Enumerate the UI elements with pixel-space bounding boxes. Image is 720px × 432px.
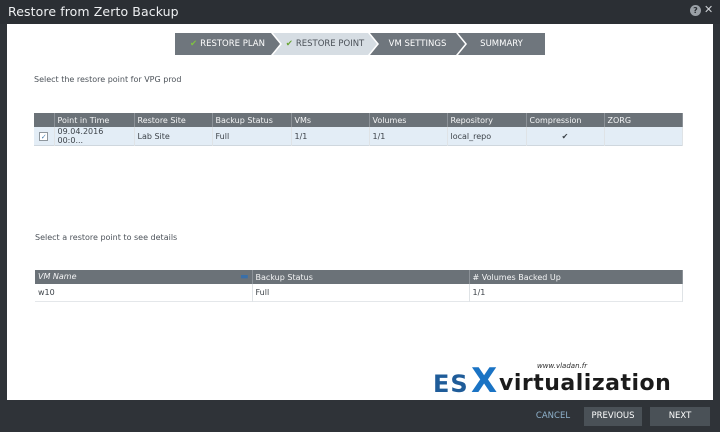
column-header-backup-status[interactable]: Backup Status xyxy=(212,113,292,127)
column-header-repository[interactable]: Repository xyxy=(447,113,527,127)
details-instruction: Select a restore point to see details xyxy=(35,233,178,242)
esx-virtualization-watermark: www.vladan.fr ES X virtualization xyxy=(433,362,683,398)
table-header-row: Point in Time Restore Site Backup Status… xyxy=(34,113,683,127)
restore-points-table: Point in Time Restore Site Backup Status… xyxy=(34,113,683,146)
wizard-step-vm-settings[interactable]: VM SETTINGS xyxy=(370,33,465,55)
next-button[interactable]: NEXT xyxy=(650,407,710,426)
check-icon: ✔ xyxy=(190,39,198,49)
wizard-step-label: RESTORE POINT xyxy=(295,39,365,49)
cell-backup-status: Full xyxy=(212,127,292,146)
help-icon[interactable]: ? xyxy=(690,5,701,16)
row-checkbox[interactable]: ✓ xyxy=(39,131,49,141)
wizard-step-restore-point[interactable]: ✔ RESTORE POINT xyxy=(273,33,377,55)
dialog-footer: CANCEL PREVIOUS NEXT xyxy=(0,400,720,432)
column-header-label: VM Name xyxy=(38,272,77,281)
cancel-button[interactable]: CANCEL xyxy=(530,407,576,426)
compression-check-icon: ✔ xyxy=(526,127,605,146)
close-icon[interactable]: ✕ xyxy=(704,3,713,16)
cell-backup-status: Full xyxy=(252,284,470,301)
restore-dialog: Restore from Zerto Backup ? ✕ ✔ RESTORE P… xyxy=(0,0,720,432)
cell-volumes: 1/1 xyxy=(369,127,448,146)
table-header-row: VM Name ▬ Backup Status # Volumes Backed … xyxy=(35,270,683,284)
cell-repository: local_repo xyxy=(447,127,527,146)
wizard-step-summary[interactable]: SUMMARY xyxy=(458,33,545,55)
vm-details-table: VM Name ▬ Backup Status # Volumes Backed … xyxy=(35,270,683,302)
column-header-zorg[interactable]: ZORG xyxy=(604,113,683,127)
column-header-restore-site[interactable]: Restore Site xyxy=(134,113,213,127)
watermark-es: ES xyxy=(433,370,469,398)
watermark-site: www.vladan.fr xyxy=(537,362,588,370)
previous-button[interactable]: PREVIOUS xyxy=(584,407,642,426)
column-header-vms[interactable]: VMs xyxy=(291,113,370,127)
wizard-step-label: RESTORE PLAN xyxy=(200,39,265,49)
restore-point-instruction: Select the restore point for VPG prod xyxy=(34,75,182,84)
dialog-content: ✔ RESTORE PLAN ✔ RESTORE POINT VM SETTINGS… xyxy=(7,24,713,400)
title-bar: Restore from Zerto Backup ? ✕ xyxy=(0,0,720,24)
check-icon: ✔ xyxy=(285,39,293,49)
watermark-x-logo: X xyxy=(471,361,498,401)
wizard-steps: ✔ RESTORE PLAN ✔ RESTORE POINT VM SETTINGS… xyxy=(175,33,545,55)
table-row[interactable]: ✓ 09.04.2016 00:0... Lab Site Full 1/1 1… xyxy=(34,127,683,146)
wizard-step-label: VM SETTINGS xyxy=(388,39,447,49)
sort-icon[interactable]: ▬ xyxy=(240,272,249,282)
column-header-vm-name[interactable]: VM Name ▬ xyxy=(35,270,253,284)
cell-volumes-backed-up: 1/1 xyxy=(469,284,683,301)
column-header-compression[interactable]: Compression xyxy=(526,113,605,127)
wizard-step-restore-plan[interactable]: ✔ RESTORE PLAN xyxy=(175,33,280,55)
dialog-title: Restore from Zerto Backup xyxy=(8,4,179,19)
column-header-backup-status[interactable]: Backup Status xyxy=(252,270,470,284)
column-header-volumes[interactable]: Volumes xyxy=(369,113,448,127)
column-header-point-in-time[interactable]: Point in Time xyxy=(54,113,135,127)
cell-point-in-time: 09.04.2016 00:0... xyxy=(54,127,135,146)
column-header-volumes-backed-up[interactable]: # Volumes Backed Up xyxy=(469,270,683,284)
table-row[interactable]: w10 Full 1/1 xyxy=(35,284,683,301)
row-select-cell[interactable]: ✓ xyxy=(34,127,55,146)
watermark-virtualization: virtualization xyxy=(499,371,672,396)
column-header-select xyxy=(34,113,55,127)
cell-vm-name: w10 xyxy=(35,284,253,301)
wizard-step-label: SUMMARY xyxy=(480,39,523,49)
cell-zorg xyxy=(604,127,683,146)
cell-vms: 1/1 xyxy=(291,127,370,146)
cell-restore-site: Lab Site xyxy=(134,127,213,146)
